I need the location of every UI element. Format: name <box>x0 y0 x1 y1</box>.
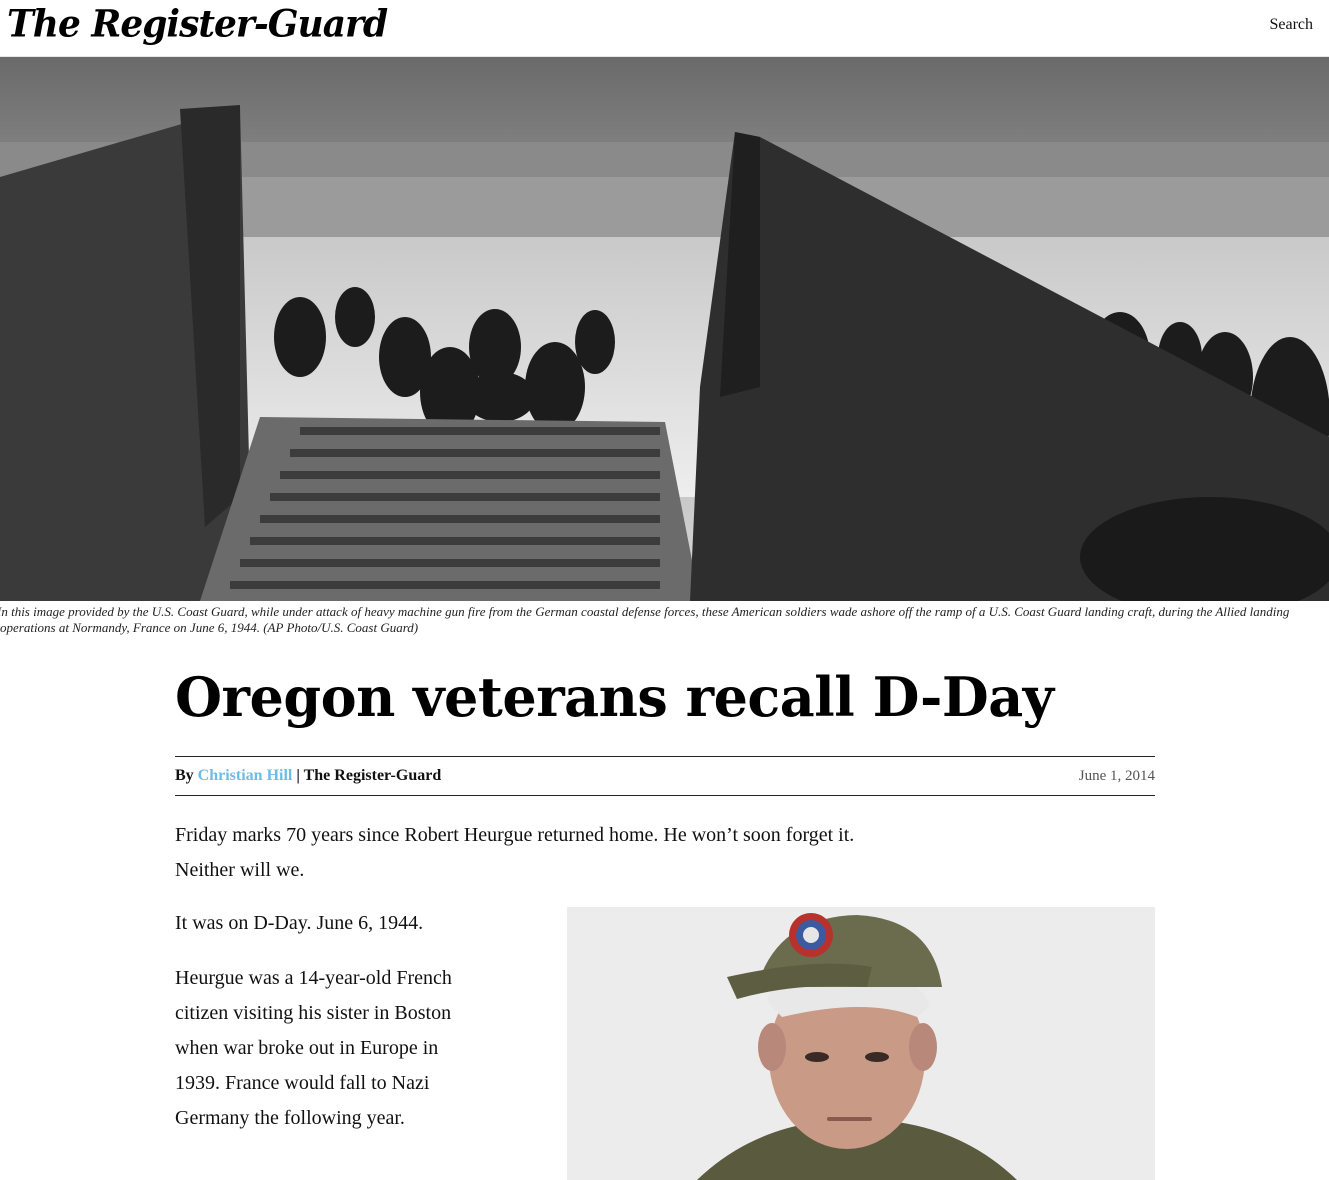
article-headline: Oregon veterans recall D-Day <box>175 665 1054 729</box>
article-paragraph: Heurgue was a 14-year-old French citizen… <box>175 967 452 1129</box>
publication-name: The Register-Guard <box>303 767 442 784</box>
search-link[interactable]: Search <box>1269 16 1313 34</box>
byline-separator: | <box>296 767 300 784</box>
author-link[interactable]: Christian Hill <box>198 767 293 784</box>
article-paragraph: It was on D-Day. June 6, 1944. <box>175 912 424 934</box>
masthead-logo[interactable]: The Register-Guard <box>7 2 388 46</box>
byline: By Christian Hill | The Register-Guard <box>175 767 441 785</box>
landing-craft-photo <box>0 57 1329 601</box>
hero-photo <box>0 57 1329 601</box>
site-header: The Register-Guard Search <box>0 0 1329 57</box>
publish-date: June 1, 2014 <box>1078 768 1155 784</box>
hero-caption: In this image provided by the U.S. Coast… <box>0 604 1290 635</box>
byline-prefix: By <box>175 767 194 784</box>
byline-bar: By Christian Hill | The Register-Guard J… <box>175 756 1155 796</box>
portrait-photo <box>567 907 1155 1180</box>
article-paragraph: Friday marks 70 years since Robert Heurg… <box>175 824 855 881</box>
veteran-portrait <box>567 907 1155 1180</box>
